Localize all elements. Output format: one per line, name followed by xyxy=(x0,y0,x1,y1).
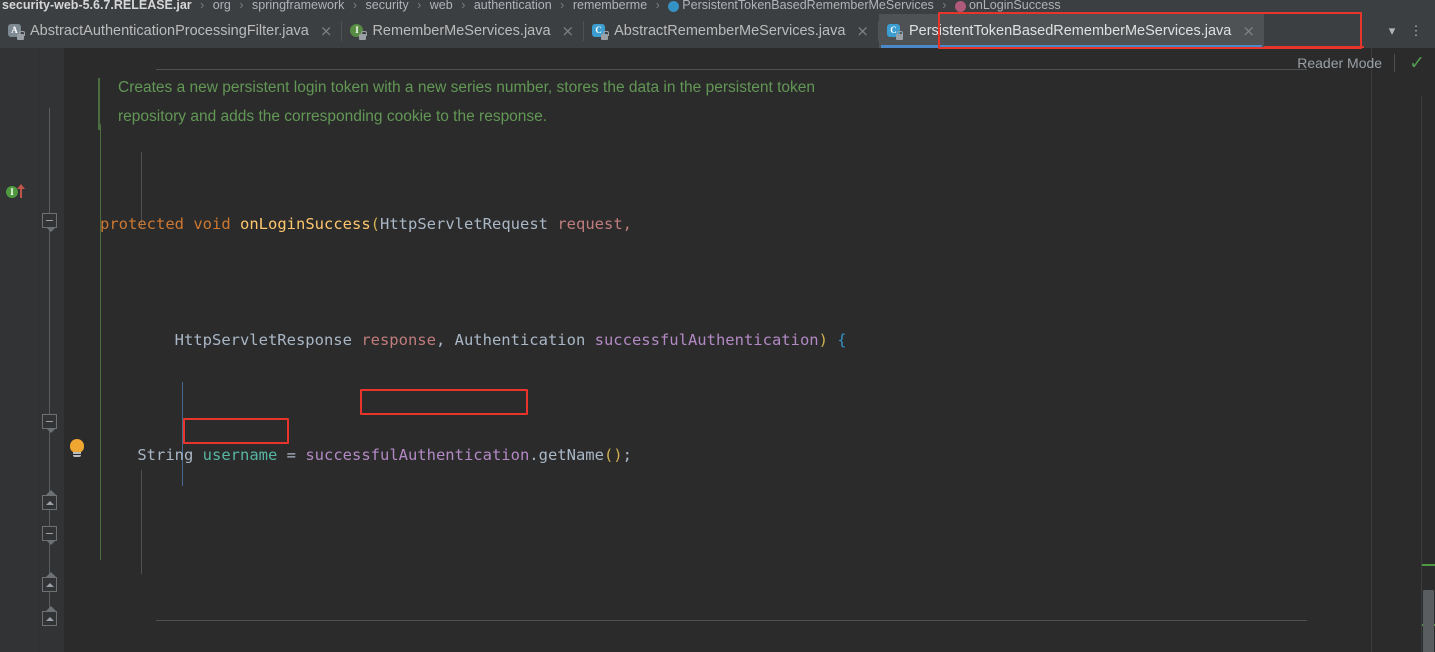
reader-mode-bar: Reader Mode ✓ xyxy=(1115,48,1435,78)
more-options-icon[interactable]: ⋮ xyxy=(1405,19,1427,43)
tab-persistent-token-based-remember-me-services[interactable]: C PersistentTokenBasedRememberMeServices… xyxy=(878,14,1264,48)
breadcrumb[interactable]: security-web-5.6.7.RELEASE.jar › org › s… xyxy=(0,0,1435,14)
class-icon: C xyxy=(592,23,609,40)
chevron-down-icon[interactable]: ▾ xyxy=(1381,19,1403,43)
fold-marker-collapse[interactable] xyxy=(42,526,57,545)
editor-gutter[interactable] xyxy=(0,48,40,652)
breadcrumb-item-authentication[interactable]: authentication xyxy=(474,0,552,11)
icon-column xyxy=(64,48,92,652)
doc-comment-bar xyxy=(98,78,100,130)
breadcrumb-item-web[interactable]: web xyxy=(430,0,453,11)
ide-window: security-web-5.6.7.RELEASE.jar › org › s… xyxy=(0,0,1435,652)
abstract-class-icon: A xyxy=(8,23,25,40)
method-icon xyxy=(954,1,966,12)
code-lines[interactable]: protected void onLoginSuccess(HttpServle… xyxy=(92,124,1371,652)
breadcrumb-separator: › xyxy=(352,0,358,12)
tab-remember-me-services[interactable]: I RememberMeServices.java × xyxy=(342,14,583,48)
scrollbar-thumb[interactable] xyxy=(1423,590,1434,652)
code-line[interactable]: protected void onLoginSuccess(HttpServle… xyxy=(92,210,1371,239)
lightbulb-icon[interactable] xyxy=(68,439,86,459)
close-icon[interactable]: × xyxy=(1242,23,1255,39)
breadcrumb-separator: › xyxy=(417,0,422,12)
checkmark-icon[interactable]: ✓ xyxy=(1409,54,1425,73)
breadcrumb-item-jar[interactable]: security-web-5.6.7.RELEASE.jar xyxy=(2,0,192,11)
breadcrumb-item-rememberme[interactable]: rememberme xyxy=(573,0,647,11)
class-icon: C xyxy=(886,23,904,40)
breadcrumb-separator: › xyxy=(461,0,466,12)
override-arrow-icon xyxy=(17,184,25,198)
tab-label: AbstractRememberMeServices.java xyxy=(614,23,846,39)
tab-label: AbstractAuthenticationProcessingFilter.j… xyxy=(30,23,309,39)
stripe-mark[interactable] xyxy=(1422,564,1435,566)
tab-label: RememberMeServices.java xyxy=(372,23,551,39)
scrollbar-error-stripe[interactable] xyxy=(1421,96,1435,652)
close-icon[interactable]: × xyxy=(856,23,869,39)
divider xyxy=(1394,54,1396,72)
breadcrumb-separator: › xyxy=(942,0,947,12)
code-editor[interactable]: I Creates a new persistent login token w… xyxy=(0,48,1435,652)
tab-abstract-authentication-processing-filter[interactable]: A AbstractAuthenticationProcessingFilter… xyxy=(0,14,341,48)
tab-label: PersistentTokenBasedRememberMeServices.j… xyxy=(908,23,1232,39)
fold-marker-end[interactable] xyxy=(42,490,57,510)
fold-marker-end[interactable] xyxy=(42,572,57,592)
breadcrumb-separator: › xyxy=(560,0,565,12)
reader-mode-label: Reader Mode xyxy=(1297,55,1383,71)
breadcrumb-item-method[interactable]: onLoginSuccess xyxy=(969,0,1061,11)
breadcrumb-item-springframework[interactable]: springframework xyxy=(252,0,344,11)
interface-icon: I xyxy=(350,23,367,40)
code-line[interactable]: HttpServletResponse response, Authentica… xyxy=(92,326,1371,355)
editor-tab-bar: A AbstractAuthenticationProcessingFilter… xyxy=(0,14,1435,48)
code-content[interactable]: Creates a new persistent login token wit… xyxy=(92,48,1371,652)
implements-method-marker[interactable]: I xyxy=(6,184,32,200)
close-icon[interactable]: × xyxy=(562,23,575,39)
close-icon[interactable]: × xyxy=(320,23,333,39)
fold-marker-end[interactable] xyxy=(42,606,57,626)
breadcrumb-separator: › xyxy=(655,0,660,12)
code-line[interactable] xyxy=(92,556,1371,585)
class-icon xyxy=(668,1,680,12)
breadcrumb-item-security[interactable]: security xyxy=(366,0,409,11)
fold-marker-collapse[interactable] xyxy=(42,414,57,433)
tab-bar-controls: ▾ ⋮ xyxy=(1381,14,1435,48)
fold-column[interactable] xyxy=(40,48,64,652)
breadcrumb-item-org[interactable]: org xyxy=(213,0,231,11)
breadcrumb-separator: › xyxy=(200,0,205,12)
javadoc-text: Creates a new persistent login token wit… xyxy=(118,79,820,125)
breadcrumb-separator: › xyxy=(239,0,244,12)
tab-abstract-remember-me-services[interactable]: C AbstractRememberMeServices.java × xyxy=(584,14,878,48)
code-line[interactable]: String username = successfulAuthenticati… xyxy=(92,441,1371,470)
editor-right-border xyxy=(1371,48,1372,652)
fold-marker-collapse[interactable] xyxy=(42,213,57,232)
breadcrumb-item-class[interactable]: PersistentTokenBasedRememberMeServices xyxy=(682,0,934,11)
